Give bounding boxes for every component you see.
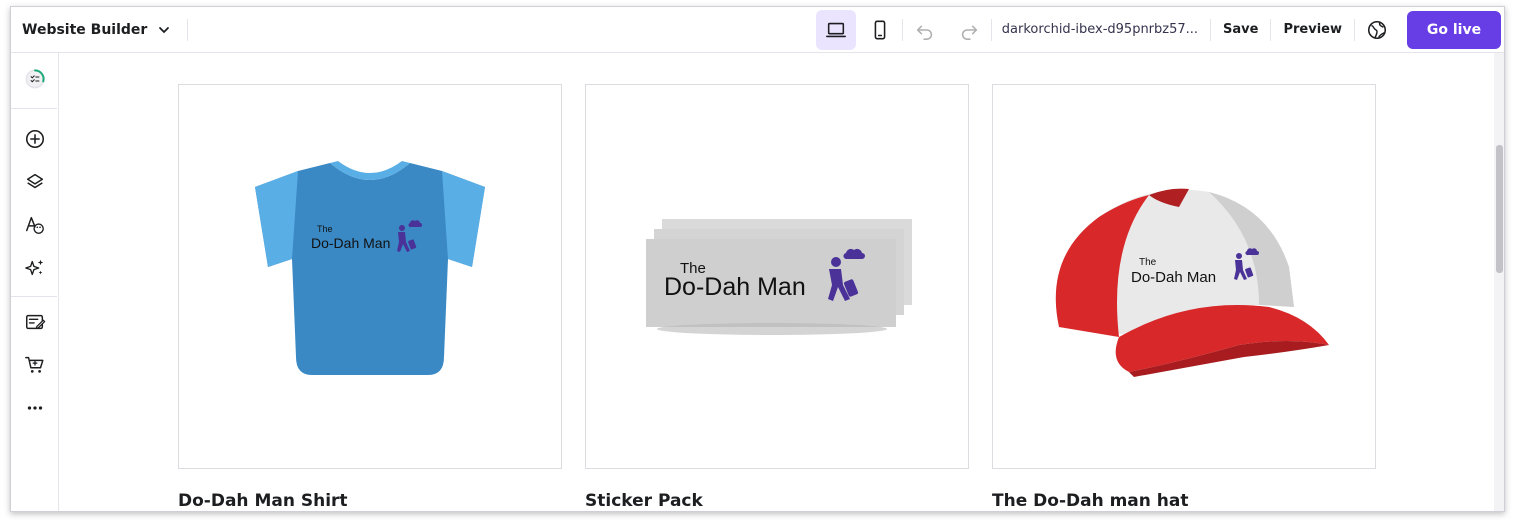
- website-builder-menu[interactable]: Website Builder: [11, 7, 187, 52]
- top-bar: Website Builder darkorchid-ibex-d95pnrbz…: [11, 7, 1504, 53]
- app-window: Website Builder darkorchid-ibex-d95pnrbz…: [10, 6, 1505, 512]
- scrollbar-thumb[interactable]: [1496, 145, 1503, 273]
- tshirt-image: The Do-Dah Man: [255, 160, 485, 375]
- store-cart-icon: [25, 356, 44, 373]
- go-live-button[interactable]: Go live: [1407, 10, 1501, 49]
- product-name[interactable]: Sticker Pack: [585, 491, 703, 511]
- logo-small-text: The: [1139, 257, 1157, 268]
- sidebar-item-checklist[interactable]: [11, 63, 59, 95]
- sidebar-item-store[interactable]: [11, 349, 59, 381]
- desktop-view-button[interactable]: [815, 9, 856, 50]
- undo-button[interactable]: [905, 10, 945, 50]
- blog-icon: [26, 314, 46, 330]
- logo-small-text: The: [317, 224, 333, 234]
- chevron-down-icon: [159, 26, 170, 33]
- divider: [901, 18, 903, 41]
- undo-icon: [916, 25, 932, 40]
- sidebar-item-more[interactable]: [11, 392, 59, 424]
- builder-menu-label: Website Builder: [22, 21, 148, 38]
- preview-button[interactable]: Preview: [1271, 22, 1354, 37]
- globe-icon: [1367, 20, 1387, 39]
- sticker-pack-image: The Do-Dah Man: [646, 218, 912, 335]
- sidebar-item-ai[interactable]: [11, 252, 59, 284]
- save-button[interactable]: Save: [1211, 22, 1270, 37]
- product-image-card[interactable]: The Do-Dah Man: [178, 84, 562, 469]
- product-image-card[interactable]: The Do-Dah Man: [585, 84, 969, 469]
- editor-canvas: The Do-Dah Man Do-Dah Man Shirt The Do-D…: [60, 53, 1494, 511]
- logo-big-text: Do-Dah Man: [664, 273, 806, 301]
- redo-button[interactable]: [949, 10, 989, 50]
- site-domain[interactable]: darkorchid-ibex-d95pnrbz57...: [992, 22, 1210, 37]
- sidebar-item-styles[interactable]: [11, 209, 59, 241]
- divider: [1354, 18, 1355, 41]
- divider: [11, 296, 57, 297]
- sidebar-item-add[interactable]: [11, 123, 59, 155]
- scrollbar[interactable]: [1494, 53, 1504, 511]
- left-sidebar: [11, 53, 59, 511]
- ai-tools-icon: [25, 259, 44, 276]
- product-name[interactable]: The Do-Dah man hat: [992, 491, 1189, 511]
- divider: [11, 108, 57, 109]
- add-section-icon: [25, 129, 45, 149]
- styles-icon: [26, 216, 44, 234]
- product-image-card[interactable]: The Do-Dah Man: [992, 84, 1376, 469]
- logo-big-text: Do-Dah Man: [311, 235, 390, 251]
- product-name[interactable]: Do-Dah Man Shirt: [178, 491, 348, 511]
- sidebar-item-blog[interactable]: [11, 306, 59, 338]
- mobile-view-button[interactable]: [860, 10, 900, 50]
- laptop-icon: [825, 22, 846, 37]
- logo-big-text: Do-Dah Man: [1131, 269, 1216, 286]
- more-icon: [27, 406, 43, 410]
- mobile-icon: [874, 20, 886, 39]
- checklist-progress-icon: [25, 69, 45, 89]
- redo-icon: [961, 25, 977, 40]
- sidebar-item-layers[interactable]: [11, 166, 59, 198]
- layers-icon: [26, 173, 44, 189]
- divider: [187, 18, 189, 41]
- site-settings-button[interactable]: [1357, 10, 1397, 50]
- cap-image: The Do-Dah Man: [1055, 188, 1329, 377]
